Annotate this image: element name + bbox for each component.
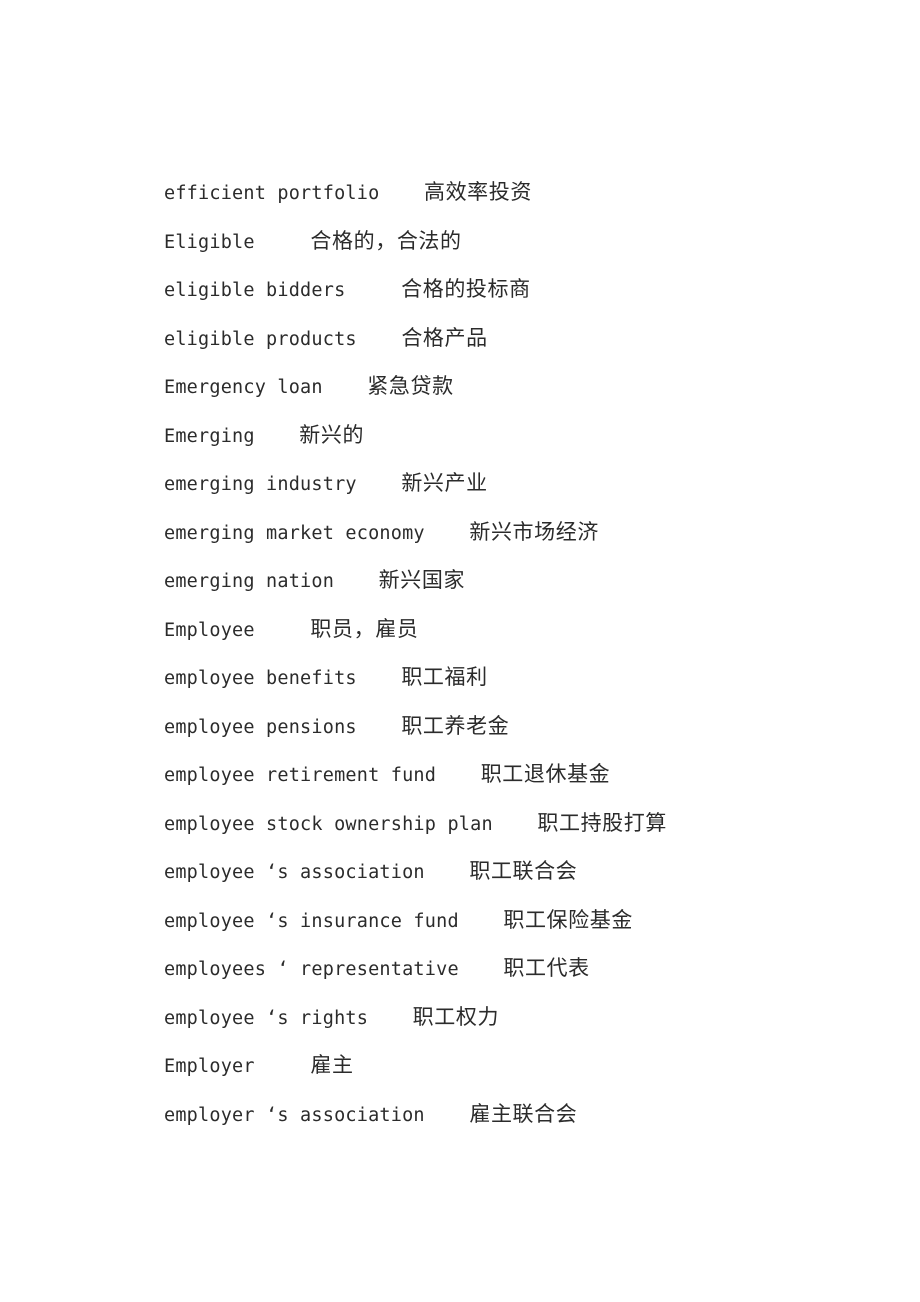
glossary-entry: employee stock ownership plan 职工持股打算 bbox=[164, 799, 864, 848]
glossary-term-english: Employee bbox=[164, 619, 255, 641]
glossary-term-english: Emerging bbox=[164, 425, 255, 447]
glossary-gloss-chinese: 职工权力 bbox=[412, 1004, 500, 1029]
glossary-gloss-chinese: 雇主 bbox=[310, 1053, 354, 1077]
glossary-entry: employee ‘s association 职工联合会 bbox=[164, 847, 864, 896]
glossary-gap bbox=[357, 717, 402, 738]
glossary-term-english: employee pensions bbox=[164, 716, 357, 738]
glossary-entry: employer ‘s association 雇主联合会 bbox=[164, 1090, 864, 1139]
glossary-gap bbox=[255, 232, 311, 253]
glossary-term-english: employer ‘s association bbox=[164, 1104, 425, 1126]
glossary-gap bbox=[357, 474, 402, 495]
glossary-gloss-chinese: 职工保险基金 bbox=[503, 907, 633, 932]
glossary-entry: efficient portfolio 高效率投资 bbox=[164, 168, 864, 217]
glossary-gloss-chinese: 新兴产业 bbox=[401, 471, 488, 495]
glossary-gap bbox=[379, 183, 424, 204]
document-page: efficient portfolio 高效率投资 Eligible 合格的，合法… bbox=[0, 0, 920, 1302]
glossary-gloss-chinese: 职工联合会 bbox=[469, 859, 578, 883]
glossary-term-english: employee ‘s insurance fund bbox=[164, 910, 459, 932]
glossary-gloss-chinese: 新兴市场经济 bbox=[469, 519, 599, 544]
glossary-entry: eligible products 合格产品 bbox=[164, 314, 864, 363]
glossary-entry: emerging nation 新兴国家 bbox=[164, 556, 864, 605]
glossary-entry: employee ‘s insurance fund 职工保险基金 bbox=[164, 896, 864, 945]
glossary-gloss-chinese: 职工持股打算 bbox=[537, 810, 667, 835]
glossary-entry: Emergency loan 紧急贷款 bbox=[164, 362, 864, 411]
glossary-term-english: employee benefits bbox=[164, 668, 357, 689]
glossary-term-english: emerging nation bbox=[164, 571, 335, 592]
glossary-gloss-chinese: 职工退休基金 bbox=[480, 762, 611, 786]
glossary-gloss-chinese: 职工福利 bbox=[401, 665, 488, 689]
glossary-gap bbox=[459, 959, 504, 980]
glossary-gap bbox=[357, 329, 402, 350]
glossary-entry: employee benefits 职工福利 bbox=[164, 653, 864, 702]
glossary-gloss-chinese: 合格产品 bbox=[401, 325, 488, 350]
glossary-entry-list: efficient portfolio 高效率投资 Eligible 合格的，合法… bbox=[164, 168, 864, 1138]
glossary-gloss-chinese: 合格的，合法的 bbox=[310, 228, 462, 253]
glossary-term-english: employee ‘s rights bbox=[164, 1007, 369, 1029]
glossary-term-english: emerging market economy bbox=[164, 522, 425, 544]
glossary-term-english: eligible bidders bbox=[164, 280, 346, 301]
glossary-term-english: Emergency loan bbox=[164, 377, 323, 398]
glossary-gap bbox=[459, 911, 504, 932]
glossary-gap bbox=[255, 426, 300, 447]
glossary-entry: emerging market economy 新兴市场经济 bbox=[164, 508, 864, 557]
glossary-gloss-chinese: 职工代表 bbox=[503, 956, 590, 980]
glossary-gloss-chinese: 紧急贷款 bbox=[367, 374, 454, 398]
glossary-term-english: efficient portfolio bbox=[164, 183, 380, 204]
glossary-term-english: employee ‘s association bbox=[164, 862, 425, 883]
glossary-entry: Employer 雇主 bbox=[164, 1041, 864, 1090]
glossary-gloss-chinese: 职员，雇员 bbox=[310, 616, 419, 641]
glossary-entry: Emerging 新兴的 bbox=[164, 411, 864, 460]
glossary-gloss-chinese: 雇主联合会 bbox=[469, 1101, 578, 1126]
glossary-gloss-chinese: 新兴的 bbox=[299, 422, 365, 447]
glossary-gap bbox=[436, 765, 481, 786]
glossary-gap bbox=[425, 862, 470, 883]
glossary-term-english: employee retirement fund bbox=[164, 765, 437, 786]
glossary-gloss-chinese: 高效率投资 bbox=[423, 180, 532, 204]
glossary-gap bbox=[425, 1105, 470, 1126]
glossary-gap bbox=[255, 1056, 311, 1077]
glossary-term-english: emerging industry bbox=[164, 474, 357, 495]
glossary-entry: emerging industry 新兴产业 bbox=[164, 459, 864, 508]
glossary-entry: Employee 职员，雇员 bbox=[164, 605, 864, 654]
glossary-gap bbox=[255, 620, 311, 641]
glossary-entry: employee retirement fund 职工退休基金 bbox=[164, 750, 864, 799]
glossary-term-english: Employer bbox=[164, 1056, 255, 1077]
glossary-gap bbox=[334, 571, 379, 592]
glossary-gloss-chinese: 新兴国家 bbox=[378, 568, 466, 592]
glossary-term-english: Eligible bbox=[164, 231, 255, 253]
glossary-term-english: employee stock ownership plan bbox=[164, 813, 493, 835]
glossary-entry: employee pensions 职工养老金 bbox=[164, 702, 864, 751]
glossary-entry: Eligible 合格的，合法的 bbox=[164, 217, 864, 266]
glossary-gloss-chinese: 职工养老金 bbox=[401, 713, 510, 738]
glossary-gap bbox=[493, 814, 538, 835]
glossary-gloss-chinese: 合格的投标商 bbox=[401, 277, 531, 301]
glossary-gap bbox=[345, 280, 401, 301]
glossary-term-english: eligible products bbox=[164, 328, 357, 350]
glossary-term-english: employees ‘ representative bbox=[164, 959, 459, 980]
glossary-gap bbox=[368, 1008, 413, 1029]
glossary-gap bbox=[323, 377, 368, 398]
glossary-gap bbox=[357, 668, 402, 689]
glossary-entry: employee ‘s rights 职工权力 bbox=[164, 993, 864, 1042]
glossary-entry: employees ‘ representative 职工代表 bbox=[164, 944, 864, 993]
glossary-gap bbox=[425, 523, 470, 544]
glossary-entry: eligible bidders 合格的投标商 bbox=[164, 265, 864, 314]
